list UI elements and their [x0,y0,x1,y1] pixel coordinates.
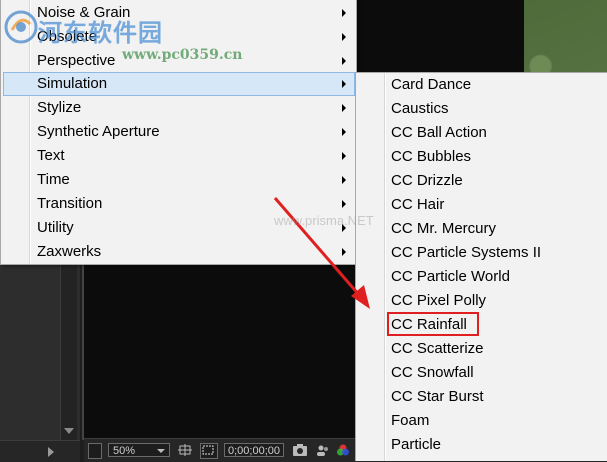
submenu-item-cc-particle-world[interactable]: CC Particle World [358,265,606,289]
zoom-select[interactable]: 50% [108,443,170,457]
grid-icon[interactable] [178,443,192,457]
submenu-item-label: CC Snowfall [391,364,474,381]
submenu-item-cc-star-burst[interactable]: CC Star Burst [358,385,606,409]
chevron-down-icon [157,449,165,453]
menu-item-simulation[interactable]: Simulation [3,72,355,96]
submenu-item-cc-particle-systems-ii[interactable]: CC Particle Systems II [358,241,606,265]
submenu-arrow-icon [342,57,346,65]
submenu-item-cc-mr-mercury[interactable]: CC Mr. Mercury [358,217,606,241]
submenu-arrow-icon [342,9,346,17]
submenu-arrow-icon [342,152,346,160]
submenu-item-foam[interactable]: Foam [358,409,606,433]
menu-item-label: Transition [37,195,103,212]
submenu-arrow-icon [342,248,346,256]
submenu-item-label: CC Particle Systems II [391,244,542,261]
show-snapshot-icon[interactable] [316,443,330,457]
menu-item-label: Time [37,171,70,188]
channel-icon[interactable] [336,443,350,457]
submenu-item-cc-pixel-polly[interactable]: CC Pixel Polly [358,289,606,313]
scroll-down-icon[interactable] [64,428,74,434]
panel-scrollbar[interactable] [60,265,77,440]
menu-item-text[interactable]: Text [3,144,355,168]
submenu-item-label: CC Bubbles [391,148,472,165]
menu-item-label: Simulation [37,75,108,92]
menu-item-time[interactable]: Time [3,168,355,192]
submenu-item-cc-hair[interactable]: CC Hair [358,193,606,217]
submenu-item-label: Caustics [391,100,449,117]
submenu-item-label: CC Pixel Polly [391,292,487,309]
highlight-box [387,312,479,336]
menu-item-synthetic-aperture[interactable]: Synthetic Aperture [3,120,355,144]
menu-item-label: Zaxwerks [37,243,102,260]
menu-item-label: Utility [37,219,74,236]
submenu-item-cc-drizzle[interactable]: CC Drizzle [358,169,606,193]
submenu-item-label: CC Ball Action [391,124,487,141]
menu-item-label: Stylize [37,99,82,116]
menu-item-label: Text [37,147,65,164]
watermark-faint: www.prisma.NET [274,213,374,228]
submenu-item-label: CC Drizzle [391,172,463,189]
submenu-arrow-icon [342,176,346,184]
submenu-item-label: CC Star Burst [391,388,484,405]
submenu-item-label: CC Scatterize [391,340,484,357]
menu-item-label: Synthetic Aperture [37,123,160,140]
submenu-item-label: Particle [391,436,442,453]
submenu-item-label: CC Particle World [391,268,510,285]
menu-item-label: Perspective [37,52,116,69]
watermark-logo-icon [4,10,38,44]
play-icon[interactable] [48,447,54,457]
monitor-icon[interactable] [88,443,102,459]
submenu-item-particle[interactable]: Particle [358,433,606,457]
watermark-url: www.pc0359.cn [122,47,243,63]
region-of-interest-icon[interactable] [200,443,218,459]
submenu-item-label: Foam [391,412,430,429]
submenu-arrow-icon [342,104,346,112]
submenu-item-card-dance[interactable]: Card Dance [358,73,606,97]
submenu-item-cc-snowfall[interactable]: CC Snowfall [358,361,606,385]
timecode-field[interactable]: 0;00;00;00 [224,443,284,457]
submenu-arrow-icon [342,33,346,41]
simulation-submenu: Card Dance Caustics CC Ball Action CC Bu… [355,72,607,461]
submenu-arrow-icon [342,128,346,136]
panel-footer [0,440,80,462]
submenu-arrow-icon [342,80,346,88]
submenu-item-label: Card Dance [391,76,472,93]
submenu-item-label: CC Mr. Mercury [391,220,496,237]
submenu-item-cc-bubbles[interactable]: CC Bubbles [358,145,606,169]
submenu-item-cc-ball-action[interactable]: CC Ball Action [358,121,606,145]
menu-item-stylize[interactable]: Stylize [3,96,355,120]
submenu-item-cc-scatterize[interactable]: CC Scatterize [358,337,606,361]
submenu-arrow-icon [342,200,346,208]
submenu-item-caustics[interactable]: Caustics [358,97,606,121]
camera-icon[interactable] [292,443,308,457]
watermark-title: 河东软件园 [38,18,163,47]
menu-item-zaxwerks[interactable]: Zaxwerks [3,240,355,264]
zoom-value: 50% [113,445,136,457]
submenu-item-label: CC Hair [391,196,445,213]
